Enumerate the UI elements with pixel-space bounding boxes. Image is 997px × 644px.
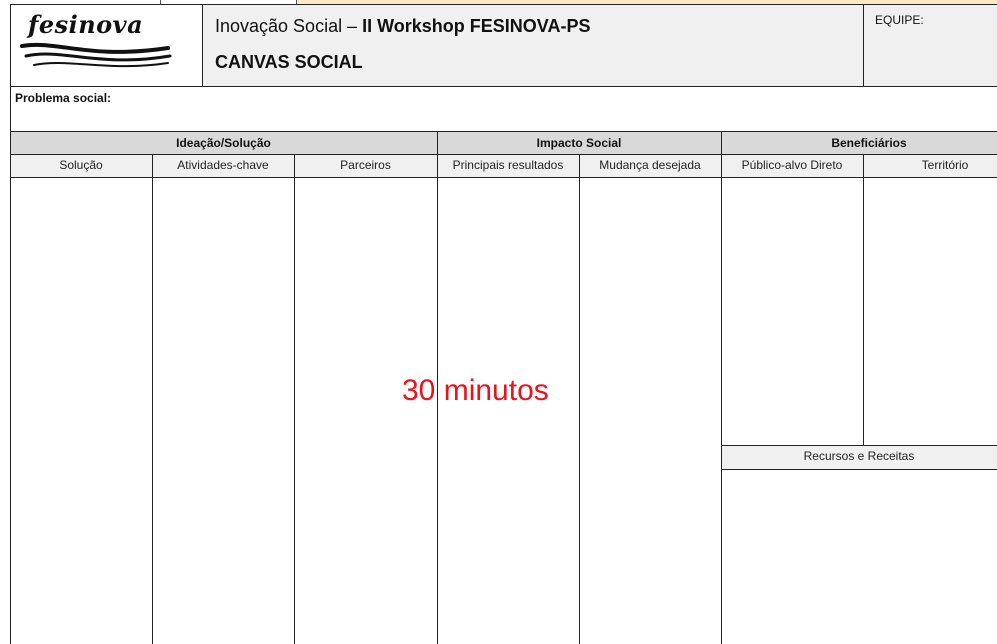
title-cell: Inovação Social – II Workshop FESINOVA-P… xyxy=(203,4,863,86)
grid-line xyxy=(294,154,295,644)
grid-line xyxy=(10,4,11,644)
grid-line xyxy=(721,469,997,470)
page-title: Inovação Social – II Workshop FESINOVA-P… xyxy=(215,16,590,37)
grid-line xyxy=(10,86,997,87)
group-ideacao: Ideação/Solução xyxy=(176,136,271,150)
time-overlay-note: 30 minutos xyxy=(402,374,549,407)
grid-line xyxy=(152,154,153,644)
column-publico-alvo: Público-alvo Direto xyxy=(741,158,843,172)
column-parceiros: Parceiros xyxy=(340,158,391,172)
logo-waves-icon xyxy=(20,42,172,68)
grid-line xyxy=(721,131,722,644)
logo-text: fesinova xyxy=(28,10,144,39)
resources-label: Recursos e Receitas xyxy=(803,449,915,463)
column-mudanca-desejada: Mudança desejada xyxy=(599,158,701,172)
grid-line xyxy=(721,445,997,446)
group-impacto: Impacto Social xyxy=(536,136,622,150)
title-prefix: Inovação Social – xyxy=(215,16,363,36)
column-atividades-chave: Atividades-chave xyxy=(177,158,269,172)
column-solucao: Solução xyxy=(59,158,103,172)
column-principais-resultados: Principais resultados xyxy=(452,158,564,172)
grid-line xyxy=(10,131,997,132)
logo-cell: fesinova xyxy=(10,4,202,86)
problem-label: Problema social: xyxy=(15,91,112,105)
group-beneficiarios: Beneficiários xyxy=(831,136,907,150)
team-label: EQUIPE: xyxy=(875,13,924,27)
grid-line xyxy=(863,154,864,445)
canvas-sheet: fesinova Inovação Social – II Workshop F… xyxy=(10,4,997,644)
title-bold: II Workshop FESINOVA-PS xyxy=(362,16,591,36)
grid-line xyxy=(10,177,997,178)
team-cell: EQUIPE: xyxy=(863,4,997,86)
grid-line xyxy=(10,4,997,5)
grid-line xyxy=(579,154,580,644)
header: fesinova Inovação Social – II Workshop F… xyxy=(10,4,997,86)
grid-line xyxy=(202,4,203,86)
column-territorio: Território xyxy=(921,158,969,172)
grid-line xyxy=(10,154,997,155)
grid-line xyxy=(863,4,864,86)
page-subtitle: CANVAS SOCIAL xyxy=(215,52,363,72)
